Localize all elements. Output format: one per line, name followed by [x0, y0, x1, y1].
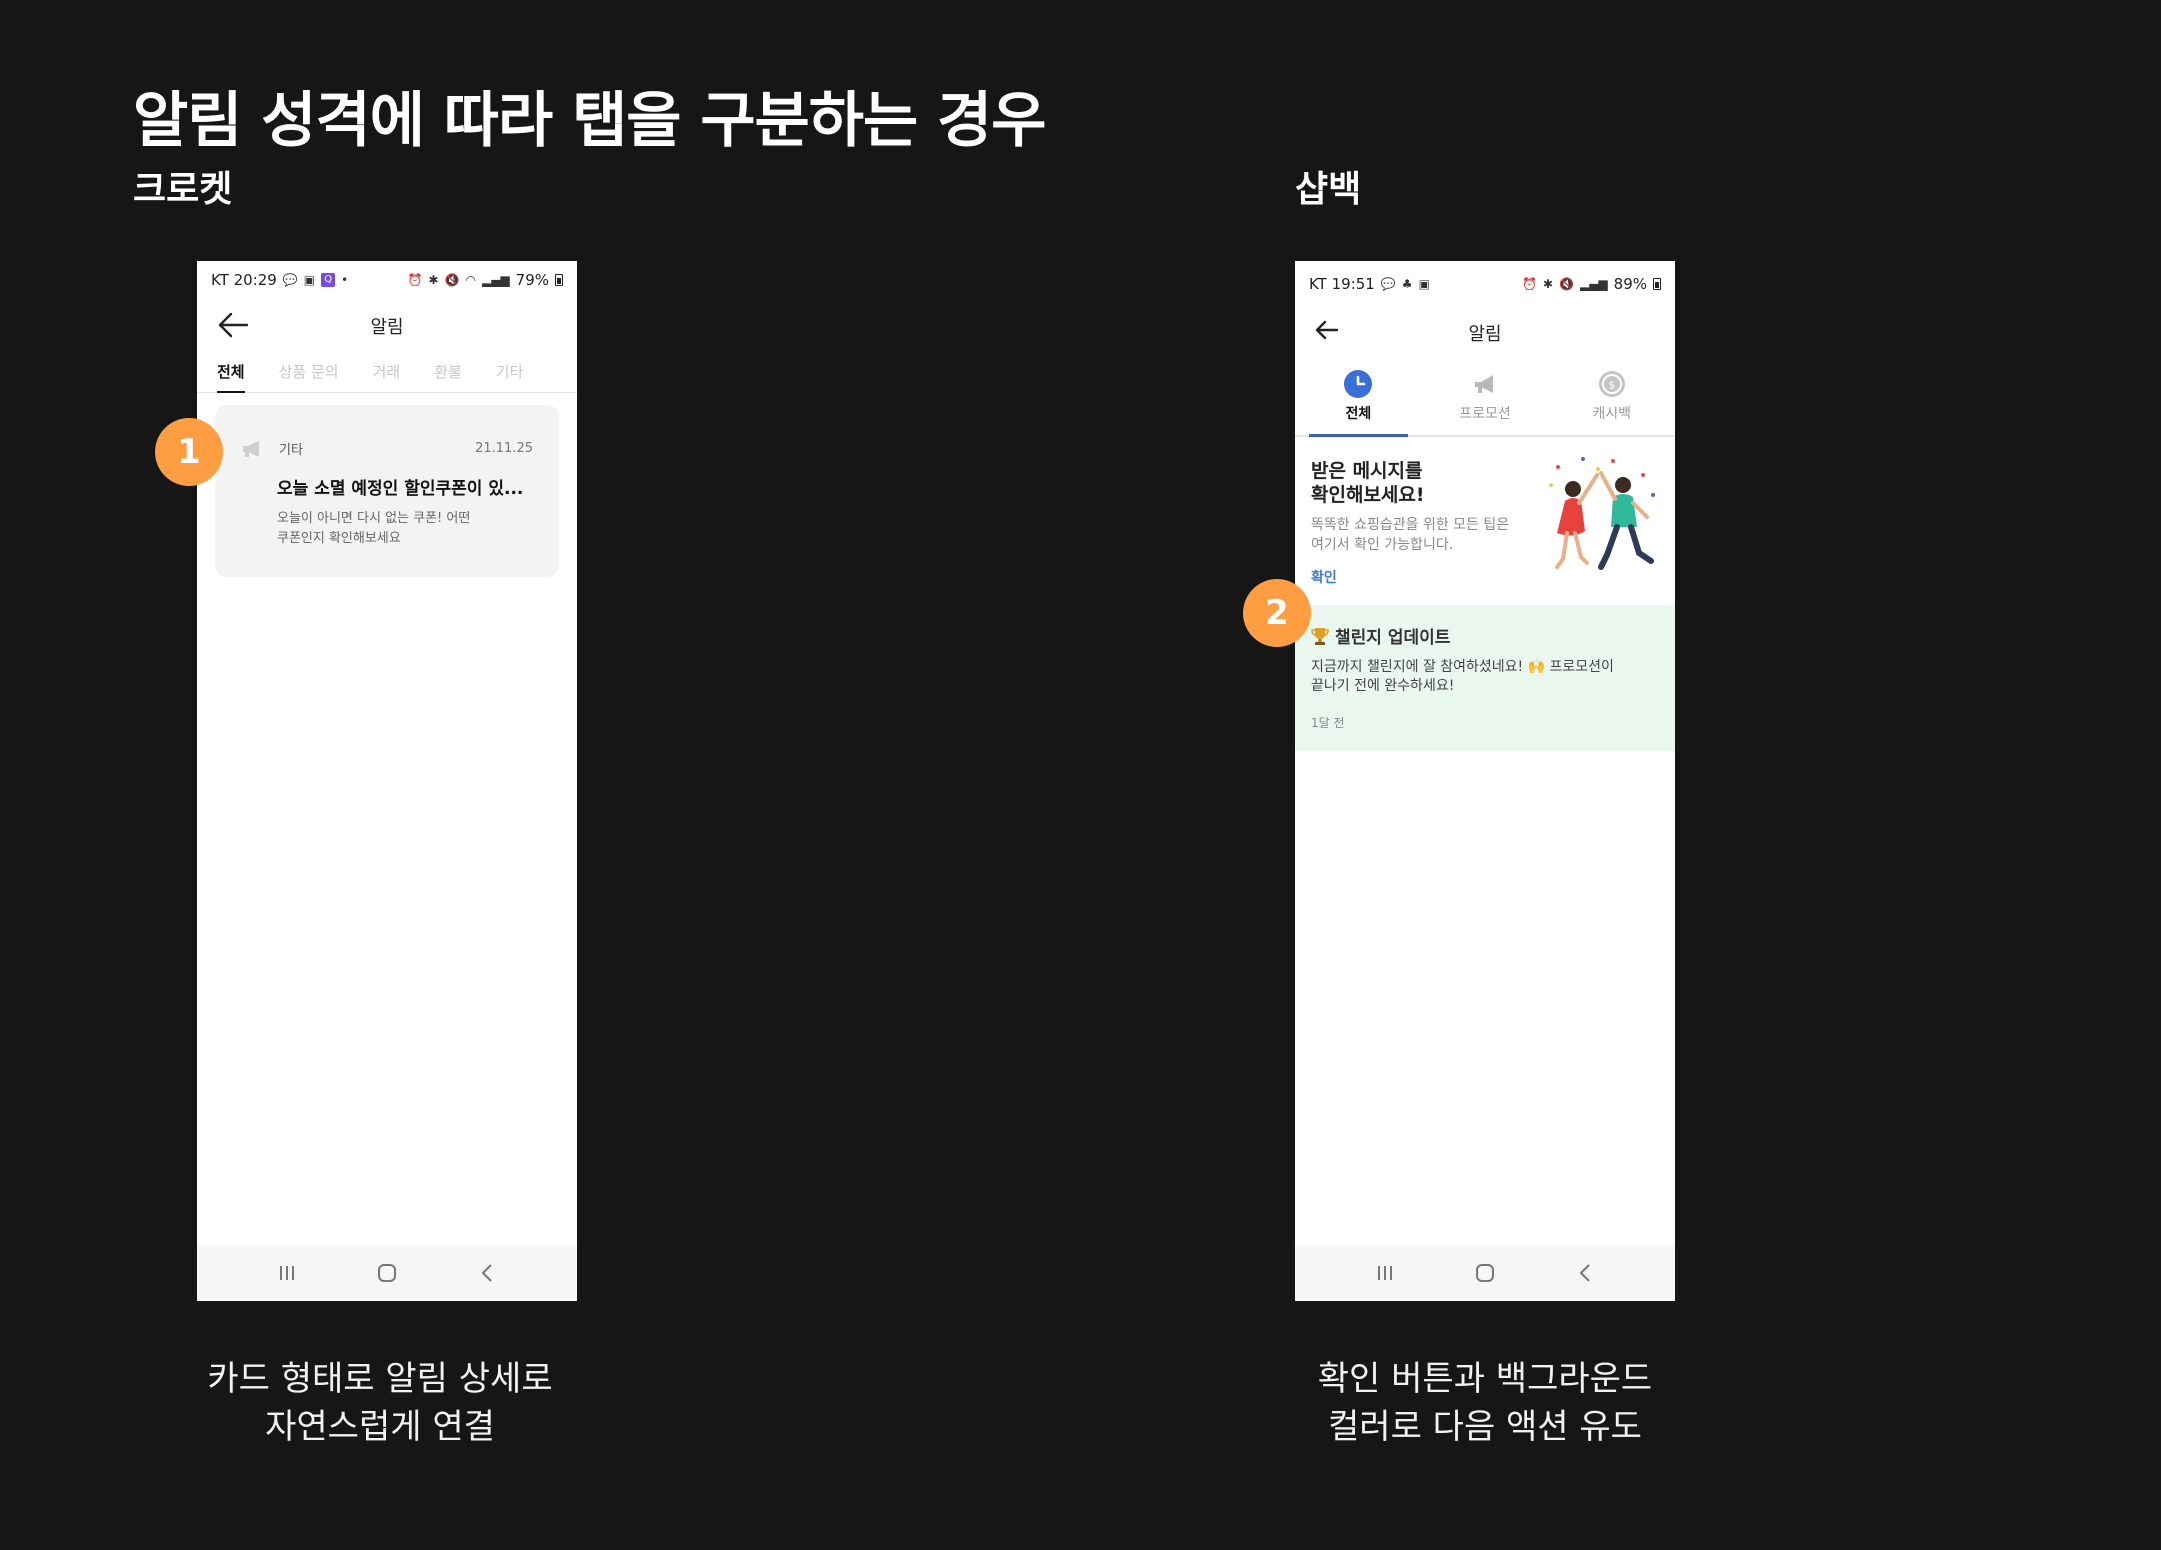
back-arrow-icon[interactable]	[1309, 313, 1345, 347]
card-body-line: 쿠폰인지 확인해보세요	[277, 531, 401, 546]
tab-bar: 전체 상품 문의 거래 환불 기타	[197, 353, 577, 393]
signal-icon: ▂▄▆	[1579, 277, 1608, 291]
bluetooth-icon: ✱	[1542, 277, 1554, 291]
status-bar: KT 19:51 💬 ♣ ▣ ⏰ ✱ 🔇 ▂▄▆ 89%	[1295, 261, 1675, 307]
promo-title-line: 받은 메시지를	[1311, 460, 1423, 482]
tab-all[interactable]: 전체	[217, 353, 245, 393]
image-icon: ▣	[1418, 277, 1430, 291]
battery-icon	[555, 273, 563, 286]
promo-banner: 받은 메시지를 확인해보세요! 똑똑한 쇼핑습관을 위한 모든 팁은 여기서 확…	[1295, 437, 1675, 605]
challenge-timestamp: 1달 전	[1311, 716, 1345, 730]
caption-line: 컬러로 다음 액션 유도	[1328, 1407, 1642, 1447]
mute-icon: 🔇	[1559, 277, 1574, 291]
dot-icon: •	[341, 272, 349, 287]
section-label-left: 크로켓	[133, 169, 233, 210]
android-nav-bar	[197, 1245, 577, 1301]
alarm-icon: ⏰	[1522, 277, 1537, 291]
recent-apps-icon[interactable]	[1365, 1253, 1405, 1293]
back-arrow-icon[interactable]	[215, 308, 251, 342]
tab-label: 캐시백	[1592, 406, 1631, 422]
tab-etc[interactable]: 기타	[496, 353, 524, 392]
tab-label: 전체	[1345, 406, 1372, 422]
android-nav-bar	[1295, 1245, 1675, 1301]
app-badge-icon: Q	[321, 272, 336, 287]
megaphone-icon	[243, 440, 259, 457]
high-five-illustration	[1549, 457, 1655, 570]
page-title: 알림 성격에 따라 탭을 구분하는 경우	[133, 86, 1046, 156]
battery-percent: 79%	[515, 270, 549, 289]
card-headline: 오늘 소멸 예정인 할인쿠폰이 있...	[277, 479, 524, 499]
card-category: 기타	[279, 443, 303, 458]
section-label-right: 샵백	[1295, 169, 1362, 210]
caption-right: 확인 버튼과 백그라운드 컬러로 다음 액션 유도	[1205, 1355, 1765, 1451]
system-back-icon[interactable]	[1565, 1253, 1605, 1293]
chat-icon: 💬	[282, 272, 298, 287]
challenge-body-line: 지금까지 챌린지에 잘 참여하셨네요! 🙌 프로모션이	[1311, 659, 1614, 675]
battery-icon	[1653, 278, 1661, 290]
card-date: 21.11.25	[475, 441, 533, 456]
promo-title-line: 확인해보세요!	[1311, 484, 1425, 506]
challenge-title: 챌린지 업데이트	[1335, 628, 1451, 648]
tab-cashback[interactable]: $ 캐시백	[1548, 359, 1675, 435]
screen-title: 알림	[370, 316, 404, 338]
annotation-marker-2: 2	[1243, 579, 1311, 647]
clock-icon	[1344, 370, 1373, 398]
promo-body-line: 똑똑한 쇼핑습관을 위한 모든 팁은	[1311, 517, 1510, 533]
challenge-notification[interactable]: 챌린지 업데이트 지금까지 챌린지에 잘 참여하셨네요! 🙌 프로모션이 끝나기…	[1295, 605, 1675, 751]
caption-line: 자연스럽게 연결	[265, 1407, 495, 1447]
home-icon[interactable]	[1465, 1253, 1505, 1293]
notification-icon: ♣	[1401, 277, 1413, 291]
system-back-icon[interactable]	[467, 1253, 507, 1293]
wifi-icon: ◠	[465, 272, 476, 287]
confirm-link[interactable]: 확인	[1311, 567, 1337, 587]
tab-refund[interactable]: 환불	[434, 353, 462, 392]
caption-left: 카드 형태로 알림 상세로 자연스럽게 연결	[100, 1355, 660, 1451]
tab-all[interactable]: 전체	[1295, 359, 1422, 437]
phone-screenshot-left: KT 20:29 💬 ▣ Q • ⏰ ✱ 🔇 ◠ ▂▄▆ 79% 알림 전체 상…	[197, 261, 577, 1301]
svg-text:$: $	[1608, 379, 1615, 392]
status-bar: KT 20:29 💬 ▣ Q • ⏰ ✱ 🔇 ◠ ▂▄▆ 79%	[197, 261, 577, 298]
coin-icon: $	[1598, 371, 1625, 397]
signal-icon: ▂▄▆	[481, 272, 510, 287]
card-body-line: 오늘이 아니면 다시 없는 쿠폰! 어떤	[277, 511, 471, 526]
recent-apps-icon[interactable]	[267, 1253, 307, 1293]
chat-icon: 💬	[1380, 277, 1396, 291]
notification-card[interactable]: 기타 21.11.25 오늘 소멸 예정인 할인쿠폰이 있... 오늘이 아니면…	[215, 405, 559, 577]
screen-title: 알림	[1468, 324, 1502, 345]
annotation-marker-1: 1	[155, 418, 223, 486]
caption-line: 확인 버튼과 백그라운드	[1317, 1359, 1653, 1399]
megaphone-icon	[1475, 375, 1493, 393]
tab-bar: 전체 프로모션 $ 캐시백	[1295, 359, 1675, 437]
challenge-body-line: 끝나기 전에 완수하세요!	[1311, 678, 1455, 694]
image-icon: ▣	[303, 272, 316, 287]
battery-percent: 89%	[1613, 275, 1647, 293]
alarm-icon: ⏰	[407, 272, 423, 287]
tab-product-inquiry[interactable]: 상품 문의	[279, 353, 339, 392]
phone-screenshot-right: KT 19:51 💬 ♣ ▣ ⏰ ✱ 🔇 ▂▄▆ 89% 알림 전체 프로모션 …	[1295, 261, 1675, 1301]
caption-line: 카드 형태로 알림 상세로	[207, 1359, 553, 1399]
tab-promotion[interactable]: 프로모션	[1422, 359, 1549, 435]
promo-body-line: 여기서 확인 가능합니다.	[1311, 537, 1454, 553]
status-time: KT 20:29	[211, 270, 277, 289]
bluetooth-icon: ✱	[428, 272, 439, 287]
trophy-icon	[1311, 627, 1329, 645]
status-time: KT 19:51	[1309, 275, 1375, 293]
home-icon[interactable]	[367, 1253, 407, 1293]
mute-icon: 🔇	[444, 272, 460, 287]
tab-label: 프로모션	[1459, 406, 1511, 422]
tab-trade[interactable]: 거래	[373, 353, 401, 392]
